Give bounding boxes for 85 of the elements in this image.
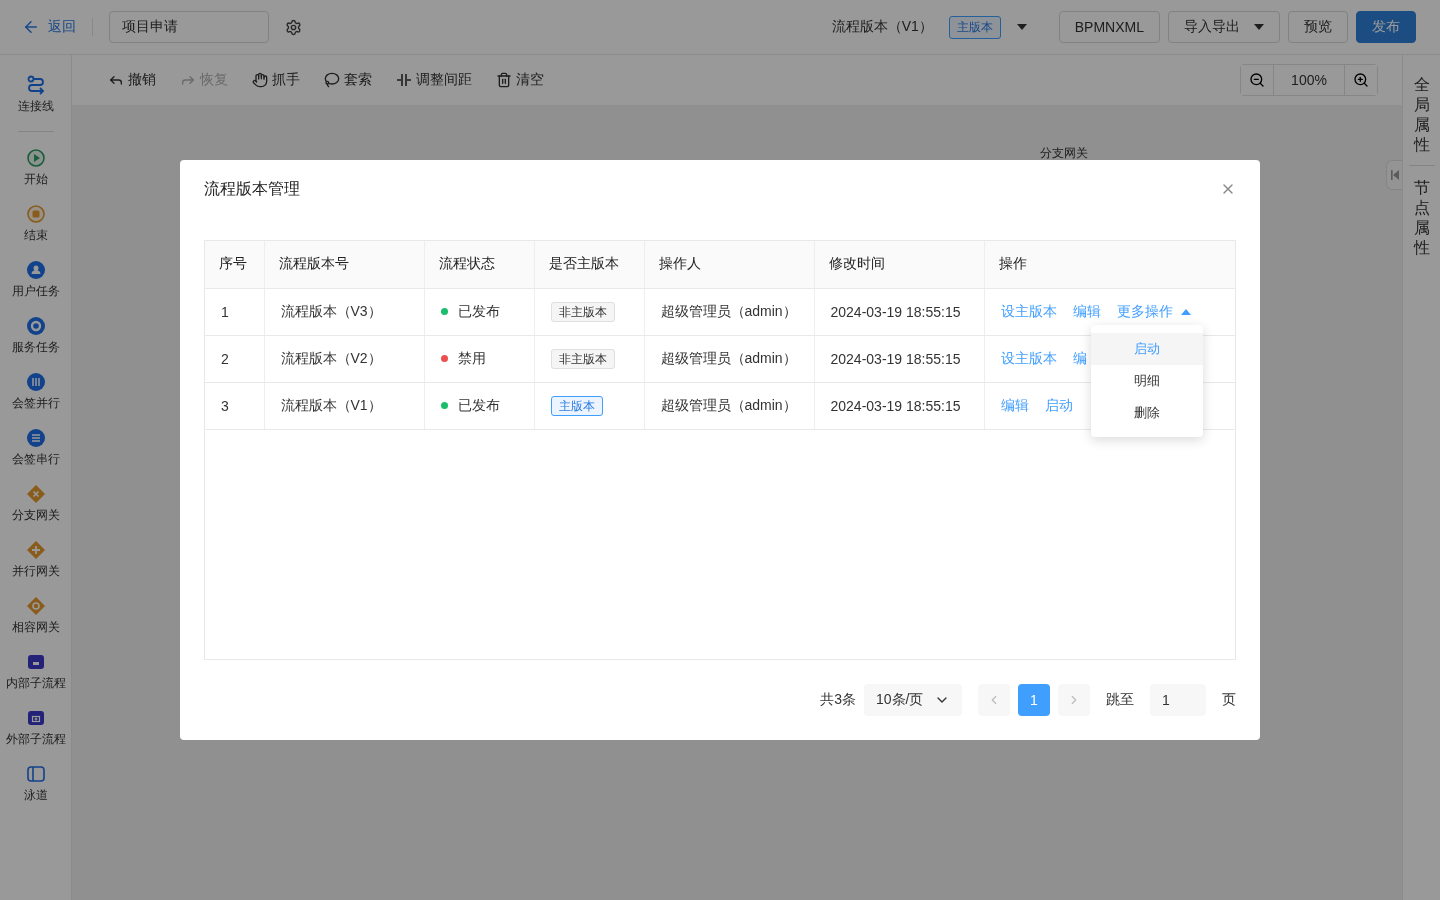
table-cell: 2024-03-19 18:55:15 <box>814 382 984 429</box>
toolbar-button[interactable]: 调整间距 <box>396 71 472 89</box>
subprocess-icon <box>25 652 46 672</box>
table-cell: 2024-03-19 18:55:15 <box>814 335 984 382</box>
trash-icon <box>496 72 512 88</box>
gear-circle-icon <box>25 316 46 336</box>
version-caret-icon[interactable] <box>1016 24 1027 30</box>
version-tag: 非主版本 <box>550 301 615 322</box>
jump-label: 跳至 <box>1106 691 1134 709</box>
collapse-handle[interactable] <box>1386 160 1402 190</box>
zoom-out-icon <box>1249 72 1265 88</box>
caret-icon[interactable] <box>1180 308 1191 315</box>
palette-item[interactable]: 分支网关 <box>11 484 60 540</box>
palette-item[interactable]: 泳道 <box>23 764 48 820</box>
table-cell: 流程版本（V1） <box>264 382 424 429</box>
palette-item[interactable]: 结束 <box>23 204 48 260</box>
version-tag: 主版本 <box>948 15 1001 39</box>
version-label: 流程版本（V1） <box>831 18 933 36</box>
lane-icon <box>25 764 46 784</box>
column-header: 流程状态 <box>424 241 534 288</box>
caret-icon[interactable] <box>1254 24 1264 30</box>
column-header: 序号 <box>205 241 264 288</box>
jump-field[interactable]: 1 <box>1150 684 1206 716</box>
back-link[interactable]: 返回 <box>22 18 93 36</box>
table-cell: 3 <box>205 382 264 429</box>
zoom-in-icon <box>1353 72 1369 88</box>
toolbar-button[interactable]: 抓手 <box>252 71 300 89</box>
menu-item[interactable]: 明细 <box>1091 365 1203 397</box>
column-header: 操作人 <box>644 241 814 288</box>
table-cell: 超级管理员（admin） <box>644 288 814 335</box>
palette-item[interactable]: 连接线 <box>17 75 54 131</box>
play-circle-icon <box>25 148 46 168</box>
header-button[interactable]: 预览 <box>1288 11 1348 43</box>
column-header: 流程版本号 <box>264 241 424 288</box>
palette-item[interactable]: 并行网关 <box>11 540 60 596</box>
table-cell: 2024-03-19 18:55:15 <box>814 288 984 335</box>
header-button[interactable]: BPMNXML <box>1058 11 1160 43</box>
publish-button[interactable]: 发布 <box>1356 11 1416 43</box>
call-activity-icon <box>25 708 46 728</box>
column-header: 操作 <box>984 241 1235 288</box>
hand-icon <box>252 72 268 88</box>
diamond-plus-icon <box>25 540 46 560</box>
diamond-cross-icon <box>25 484 46 504</box>
dialog-title: 流程版本管理 <box>204 178 300 199</box>
node-label: 分支网关 <box>1040 145 1088 162</box>
process-name-field[interactable]: 项目申请 <box>109 11 269 43</box>
table-cell: 2 <box>205 335 264 382</box>
spacing-icon <box>396 72 412 88</box>
lasso-icon <box>324 72 340 88</box>
column-header: 修改时间 <box>814 241 984 288</box>
toolbar-button[interactable]: 撤销 <box>108 71 156 89</box>
panel-tab[interactable]: 全局属性 <box>1413 75 1430 165</box>
toolbar-button[interactable]: 清空 <box>496 71 544 89</box>
header-button[interactable]: 导入导出 <box>1168 11 1280 43</box>
palette-item[interactable]: 外部子流程 <box>5 708 66 764</box>
table-cell: 超级管理员（admin） <box>644 335 814 382</box>
status-text: 已发布 <box>457 302 500 321</box>
bars-circle-icon <box>25 372 46 392</box>
status-text: 已发布 <box>457 396 500 415</box>
stop-circle-icon <box>25 204 46 224</box>
user-circle-icon <box>25 260 46 280</box>
connector-icon <box>25 75 46 95</box>
total-count: 共3条 <box>820 691 856 709</box>
table-cell: 1 <box>205 288 264 335</box>
palette-item[interactable]: 开始 <box>23 148 48 204</box>
table-cell: 超级管理员（admin） <box>644 382 814 429</box>
settings-icon[interactable] <box>285 18 302 36</box>
table-cell: 流程版本（V3） <box>264 288 424 335</box>
panel-tab[interactable]: 节点属性 <box>1413 178 1430 268</box>
status-text: 禁用 <box>457 349 486 368</box>
column-header: 是否主版本 <box>534 241 644 288</box>
version-tag: 非主版本 <box>550 348 615 369</box>
toolbar-button[interactable]: 套索 <box>324 71 372 89</box>
menu-item[interactable]: 删除 <box>1091 397 1203 429</box>
palette-item[interactable]: 相容网关 <box>11 596 60 652</box>
page-size-select[interactable]: 10条/页 <box>864 684 962 716</box>
version-tag: 主版本 <box>550 395 603 416</box>
palette-item[interactable]: 会签并行 <box>11 372 60 428</box>
table-cell: 流程版本（V2） <box>264 335 424 382</box>
palette-item[interactable]: 服务任务 <box>11 316 60 372</box>
page-suffix: 页 <box>1222 691 1236 709</box>
palette-item[interactable]: 内部子流程 <box>5 652 66 708</box>
palette-item[interactable]: 用户任务 <box>11 260 60 316</box>
palette-item[interactable]: 会签串行 <box>11 428 60 484</box>
lines-circle-icon <box>25 428 46 448</box>
